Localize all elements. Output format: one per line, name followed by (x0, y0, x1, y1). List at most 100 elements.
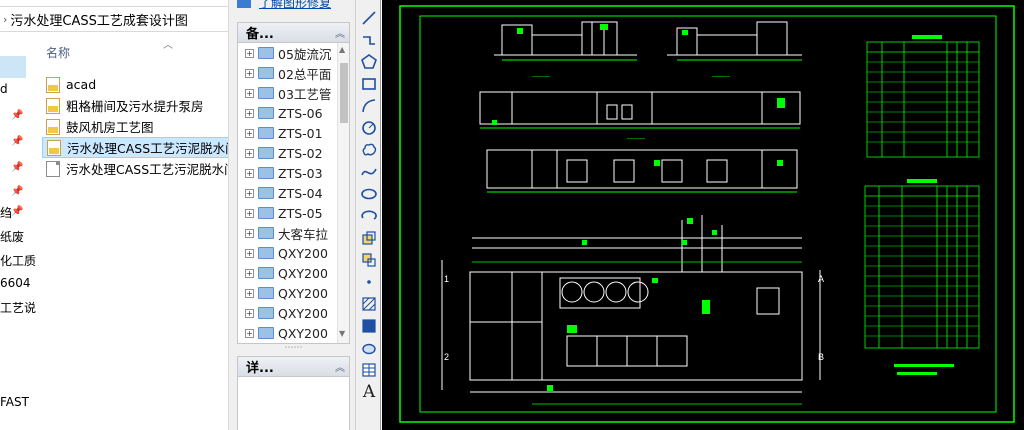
tree-item-label: ZTS-04 (278, 185, 323, 201)
tree-item[interactable]: + ZTS-05 (238, 203, 349, 223)
region-icon[interactable] (359, 338, 379, 358)
sheet-outer-frame (399, 5, 1015, 423)
folder-icon (258, 307, 274, 319)
expand-plus-icon[interactable]: + (245, 248, 254, 258)
line-icon[interactable] (359, 8, 379, 28)
tree-scrollbar[interactable]: ▲ ▼ (337, 43, 349, 343)
polygon-icon[interactable] (359, 52, 379, 72)
insert-block-icon[interactable] (359, 228, 379, 248)
section-title-1: ——— (532, 74, 550, 80)
expand-plus-icon[interactable]: + (245, 88, 254, 98)
expand-plus-icon[interactable]: + (245, 268, 254, 278)
gradient-icon[interactable] (359, 316, 379, 336)
hatch-icon[interactable] (359, 294, 379, 314)
tree-item[interactable]: + QXY200 (238, 283, 349, 303)
expand-plus-icon[interactable]: + (245, 168, 254, 178)
section-title-2: ——— (712, 74, 730, 80)
tree-item[interactable]: + ZTS-04 (238, 183, 349, 203)
column-header-name[interactable]: 名称 (46, 44, 70, 61)
arc-icon[interactable] (359, 96, 379, 116)
tree-item[interactable]: + ZTS-02 (238, 143, 349, 163)
tree-item[interactable]: + QXY200 (238, 323, 349, 343)
material-table-title (907, 179, 937, 183)
scrollbar-thumb[interactable] (340, 63, 348, 123)
file-item[interactable]: 污水处理CASS工艺污泥脱水间 (42, 158, 229, 179)
point-icon[interactable] (359, 272, 379, 292)
table-icon[interactable] (359, 360, 379, 380)
rectangle-icon[interactable] (359, 74, 379, 94)
expand-plus-icon[interactable]: + (245, 148, 254, 158)
file-name: 污水处理CASS工艺污泥脱水间 (66, 162, 229, 177)
file-item-selected[interactable]: 污水处理CASS工艺污泥脱水间 (42, 137, 228, 158)
tree-item[interactable]: + QXY200 (238, 263, 349, 283)
section-view-3 (479, 91, 801, 129)
make-block-icon[interactable] (359, 250, 379, 270)
nav-selected-item[interactable] (0, 56, 26, 78)
file-item[interactable]: acad (42, 74, 228, 95)
breadcrumb-chevron-icon[interactable]: › (3, 13, 7, 26)
file-item[interactable]: 鼓风机房工艺图 (42, 116, 228, 137)
cad-drawing-canvas[interactable]: ——— ——— ——— 1 2 A B (382, 0, 1024, 430)
panel-splitter-grip[interactable]: ⋯⋯ (237, 343, 350, 353)
expand-plus-icon[interactable]: + (245, 228, 254, 238)
expand-plus-icon[interactable]: + (245, 108, 254, 118)
pin-icon: 📌 (11, 162, 24, 173)
section-view-1 (494, 21, 637, 61)
tree-item[interactable]: + ZTS-06 (238, 103, 349, 123)
address-bar[interactable]: › 污水处理CASS工艺成套设计图 (0, 6, 228, 32)
tree-item[interactable]: +03工艺管 (238, 83, 349, 103)
nav-item-fragment[interactable]: 6604 (0, 276, 31, 290)
details-section-header[interactable]: 详... ︽ (238, 357, 349, 377)
notes-block (894, 364, 954, 375)
tree-item[interactable]: +05旋流沉 (238, 43, 349, 63)
grid-label: 2 (444, 352, 449, 362)
nav-item-fragment[interactable]: d (0, 82, 8, 96)
tree-item[interactable]: + 大客车拉 (238, 223, 349, 243)
expand-plus-icon[interactable]: + (245, 308, 254, 318)
backup-section-header[interactable]: 备... ︽ (238, 23, 349, 43)
expand-plus-icon[interactable]: + (245, 68, 254, 78)
nav-item-fragment[interactable]: 工艺说 (0, 299, 36, 316)
spline-icon[interactable] (359, 162, 379, 182)
scroll-down-icon[interactable]: ▼ (339, 329, 345, 338)
tree-item[interactable]: + ZTS-01 (238, 123, 349, 143)
polyline-icon[interactable] (359, 30, 379, 50)
collapse-chevron-icon[interactable]: ︽ (335, 25, 345, 40)
drawing-recovery-link[interactable]: 了解图形修复 (259, 0, 331, 11)
expand-plus-icon[interactable]: + (245, 48, 254, 58)
nav-item-fragment[interactable]: 化工质 (0, 252, 36, 269)
expand-plus-icon[interactable]: + (245, 188, 254, 198)
tree-item-label: QXY200 (278, 265, 328, 281)
expand-plus-icon[interactable]: + (245, 128, 254, 138)
circle-icon[interactable] (359, 118, 379, 138)
scroll-up-icon[interactable]: ▲ (339, 45, 345, 54)
section-title-3: ——— (627, 136, 645, 142)
sort-ascending-icon[interactable]: ︿ (163, 36, 173, 51)
expand-plus-icon[interactable]: + (245, 208, 254, 218)
file-list: acad 粗格栅间及污水提升泵房 鼓风机房工艺图 污水处理CASS工艺污泥脱水间… (42, 74, 229, 179)
drawing-recovery-panel: 了解图形修复 备... ︽ +05旋流沉 +02总平面 +03工艺管 + ZTS-… (229, 0, 355, 430)
expand-plus-icon[interactable]: + (245, 288, 254, 298)
dwg-file-icon (46, 76, 60, 93)
pin-icon: 📌 (11, 136, 24, 147)
nav-item-fragment[interactable]: 纸废 (0, 228, 24, 245)
tree-item-label: QXY200 (278, 245, 328, 261)
file-item[interactable]: 粗格栅间及污水提升泵房 (42, 95, 228, 116)
ellipse-arc-icon[interactable] (359, 206, 379, 226)
backup-files-section: 备... ︽ +05旋流沉 +02总平面 +03工艺管 + ZTS-06 + ZTS… (237, 22, 350, 344)
collapse-chevron-icon[interactable]: ︽ (335, 359, 345, 374)
ellipse-icon[interactable] (359, 184, 379, 204)
tree-item[interactable]: + ZTS-03 (238, 163, 349, 183)
material-table-rows (865, 205, 979, 337)
expand-plus-icon[interactable]: + (245, 328, 254, 338)
document-icon (46, 160, 60, 177)
nav-item-fragment[interactable]: FAST (0, 395, 29, 409)
multiline-text-icon[interactable]: A (359, 382, 379, 402)
dwg-file-icon (46, 118, 60, 135)
revision-cloud-icon[interactable] (359, 140, 379, 160)
tree-item[interactable]: + QXY200 (238, 303, 349, 323)
folder-icon (258, 327, 274, 339)
folder-icon (258, 187, 274, 199)
tree-item[interactable]: + QXY200 (238, 243, 349, 263)
tree-item[interactable]: +02总平面 (238, 63, 349, 83)
